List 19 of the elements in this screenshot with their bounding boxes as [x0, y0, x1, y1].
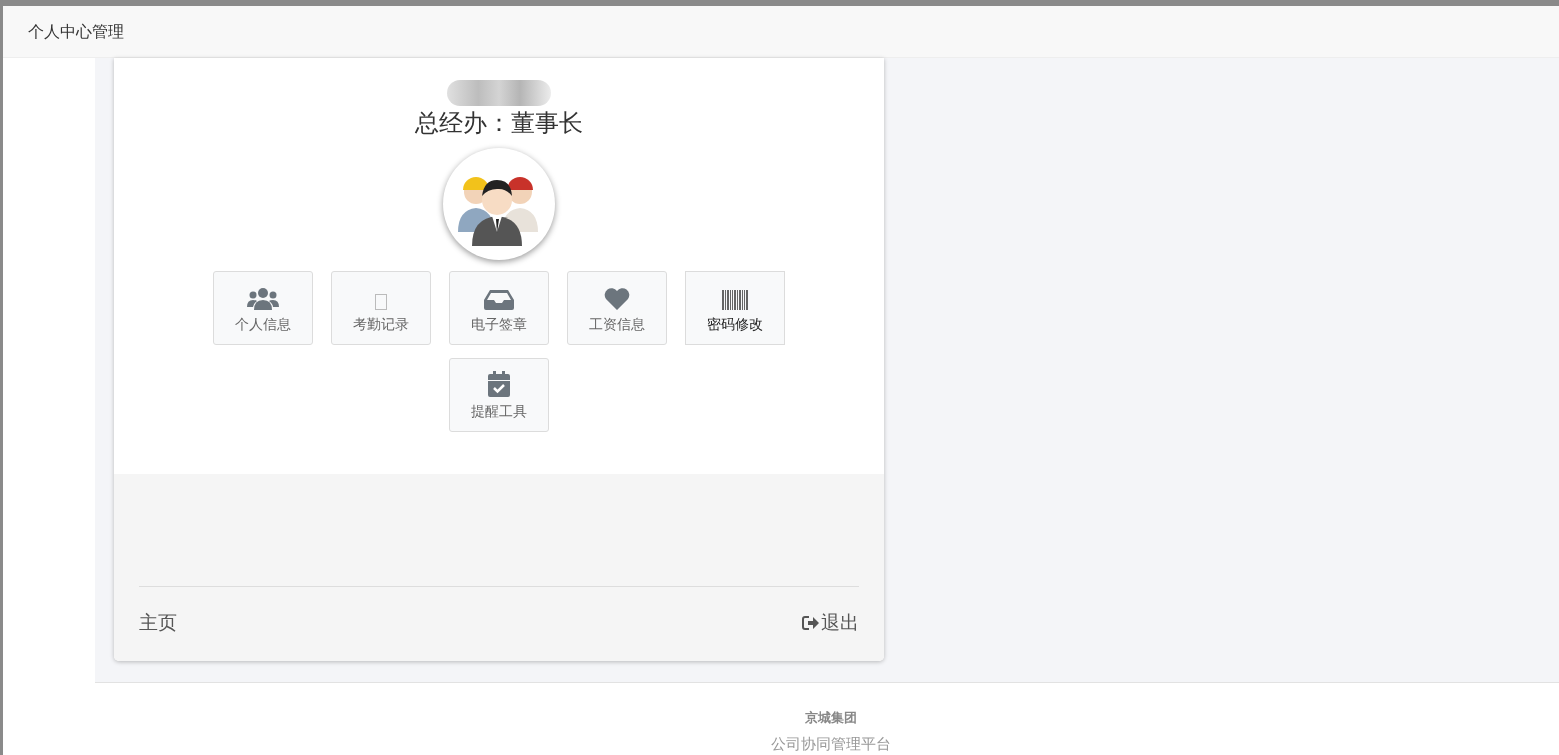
dialog-title: 个人中心管理 — [28, 21, 124, 42]
platform-name: 公司协同管理平台 — [771, 735, 891, 753]
logout-icon — [802, 615, 820, 631]
home-link[interactable]: 主页 — [139, 608, 177, 638]
menu-tile[interactable]: 密码修改 — [685, 271, 785, 345]
menu-tile[interactable]: 考勤记录 — [331, 271, 431, 345]
menu-tile[interactable]: 工资信息 — [567, 271, 667, 345]
menu-tile[interactable]: 电子签章 — [449, 271, 549, 345]
missing-glyph-icon — [375, 294, 387, 310]
logout-link[interactable]: 退出 — [802, 608, 859, 638]
barcode-icon — [722, 290, 748, 310]
heart-icon — [604, 288, 630, 310]
menu-tile[interactable]: 提醒工具 — [449, 358, 549, 432]
calendar-check-icon — [488, 371, 510, 397]
job-title: 总经办：董事长 — [415, 108, 583, 138]
users-icon — [247, 288, 279, 310]
inbox-icon — [484, 290, 514, 310]
company-name: 京城集团 — [805, 709, 857, 727]
menu-tile[interactable]: 个人信息 — [213, 271, 313, 345]
